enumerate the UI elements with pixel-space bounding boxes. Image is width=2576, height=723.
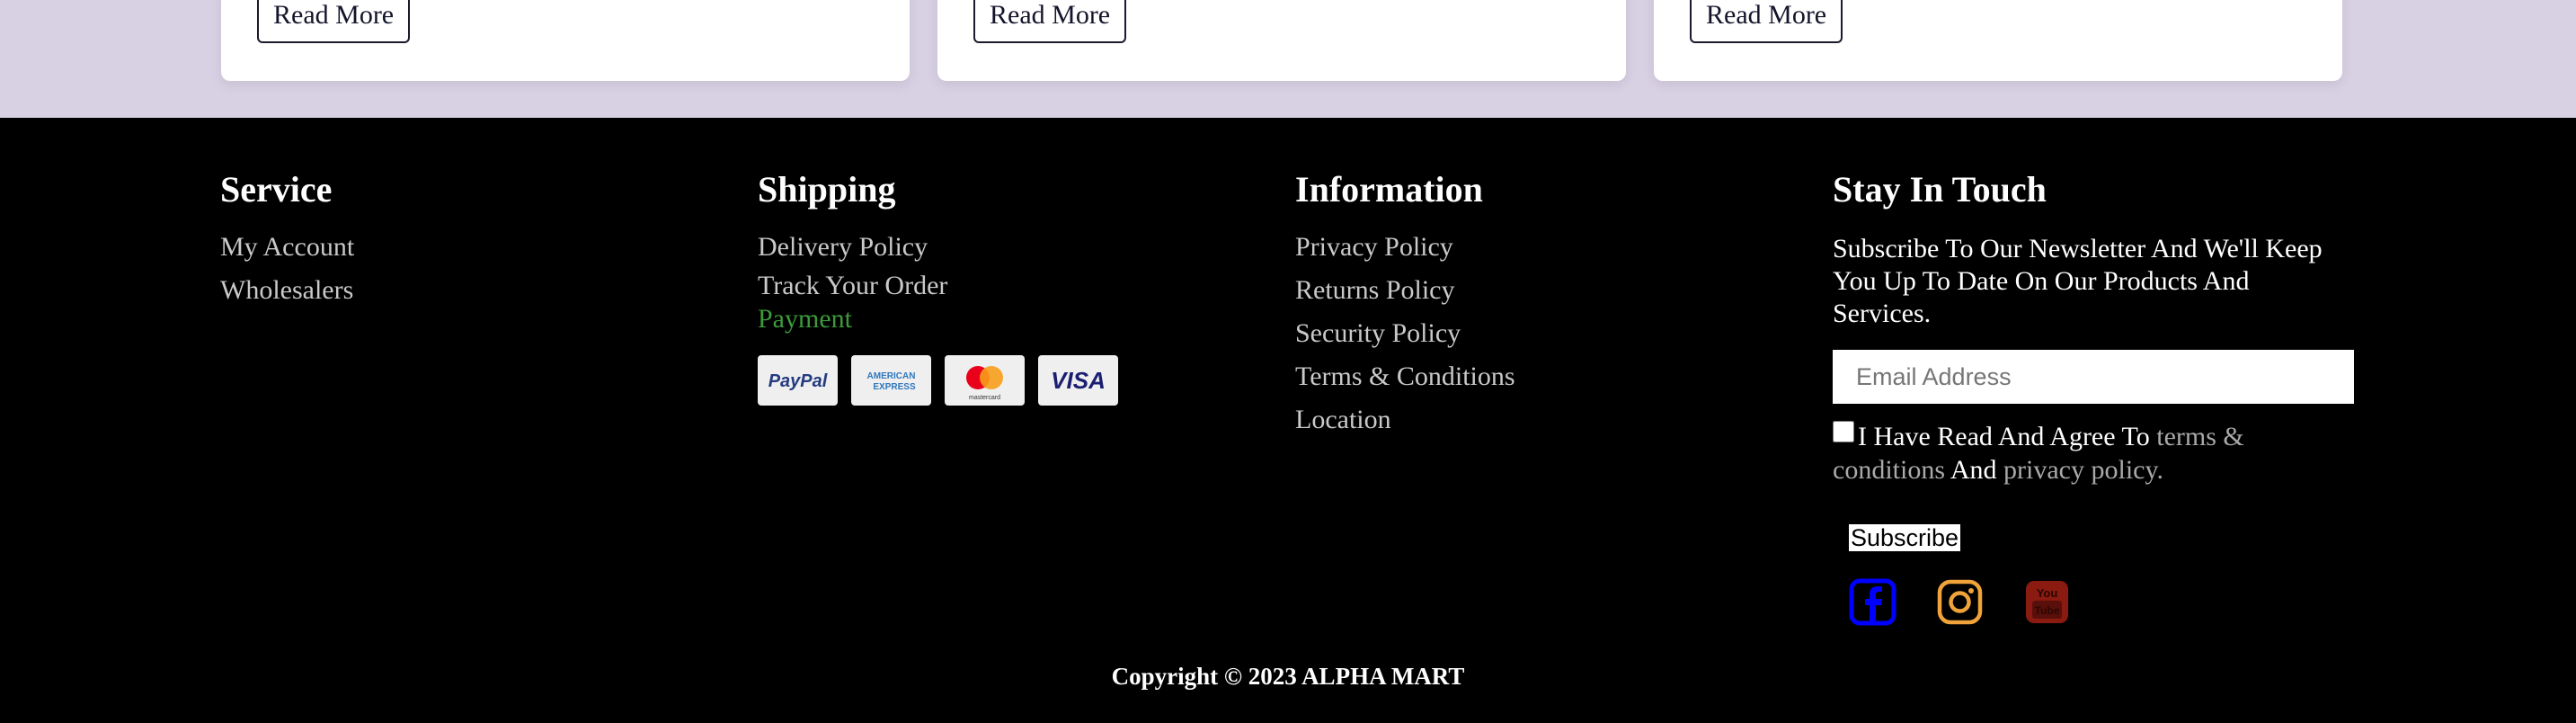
amex-text-bottom: EXPRESS xyxy=(873,382,916,392)
footer-heading-information: Information xyxy=(1295,169,1483,210)
paypal-icon: PayPal xyxy=(758,355,838,406)
shipping-links: Delivery Policy Track Your Order Payment xyxy=(758,226,1225,335)
blog-cards-section: Read More Read More Read More xyxy=(0,0,2576,118)
subscribe-button[interactable]: Subscribe xyxy=(1849,524,1961,551)
link-track-your-order[interactable]: Track Your Order xyxy=(758,269,1225,303)
svg-text:Tube: Tube xyxy=(2035,604,2060,617)
footer-heading-shipping: Shipping xyxy=(758,169,896,210)
agree-text: I Have Read And Agree To xyxy=(1858,422,2150,451)
email-input[interactable] xyxy=(1833,350,2354,404)
youtube-icon[interactable]: You Tube xyxy=(2023,578,2071,626)
copyright-text: Copyright © 2023 ALPHA MART xyxy=(1111,663,1465,690)
information-links: Privacy Policy Returns Policy Security P… xyxy=(1295,226,1763,442)
footer-column-service: Service My Account Wholesalers xyxy=(220,170,688,312)
link-location[interactable]: Location xyxy=(1295,398,1763,442)
payment-methods: PayPal AMERICAN EXPRESS mastercard VISA xyxy=(758,355,1225,406)
footer-column-information: Information Privacy Policy Returns Polic… xyxy=(1295,170,1763,442)
agree-checkbox[interactable] xyxy=(1833,421,1854,442)
link-privacy-policy[interactable]: Privacy Policy xyxy=(1295,226,1763,269)
link-terms-conditions[interactable]: Terms & Conditions xyxy=(1295,355,1763,398)
amex-text-top: AMERICAN xyxy=(867,371,916,381)
privacy-link[interactable]: privacy policy. xyxy=(2003,455,2163,485)
link-payment[interactable]: Payment xyxy=(758,303,1225,335)
link-security-policy[interactable]: Security Policy xyxy=(1295,312,1763,355)
blog-card: Read More xyxy=(221,0,910,81)
service-links: My Account Wholesalers xyxy=(220,226,688,312)
newsletter-description: Subscribe To Our Newsletter And We'll Ke… xyxy=(1833,234,2323,328)
facebook-icon[interactable] xyxy=(1849,578,1896,626)
blog-card: Read More xyxy=(937,0,1626,81)
footer-heading-service: Service xyxy=(220,169,333,210)
and-text: And xyxy=(1950,455,1997,485)
mastercard-text: mastercard xyxy=(969,395,1000,401)
site-footer: Service My Account Wholesalers Shipping … xyxy=(0,118,2576,723)
footer-column-shipping: Shipping Delivery Policy Track Your Orde… xyxy=(758,170,1225,406)
social-links: You Tube xyxy=(1849,578,2354,626)
agree-terms: I Have Read And Agree To terms & conditi… xyxy=(1833,420,2354,486)
paypal-text: PayPal xyxy=(768,371,828,391)
instagram-icon[interactable] xyxy=(1936,578,1984,626)
visa-icon: VISA xyxy=(1038,355,1118,406)
read-more-button[interactable]: Read More xyxy=(973,0,1127,43)
mastercard-icon: mastercard xyxy=(945,355,1025,406)
american-express-icon: AMERICAN EXPRESS xyxy=(851,355,931,406)
link-my-account[interactable]: My Account xyxy=(220,226,688,269)
svg-text:You: You xyxy=(2037,586,2058,600)
footer-heading-stay-in-touch: Stay In Touch xyxy=(1833,169,2047,210)
link-wholesalers[interactable]: Wholesalers xyxy=(220,269,688,312)
footer-column-stay-in-touch: Stay In Touch Subscribe To Our Newslette… xyxy=(1833,170,2354,626)
read-more-button[interactable]: Read More xyxy=(1690,0,1843,43)
read-more-button[interactable]: Read More xyxy=(257,0,411,43)
link-returns-policy[interactable]: Returns Policy xyxy=(1295,269,1763,312)
blog-card: Read More xyxy=(1654,0,2342,81)
link-delivery-policy[interactable]: Delivery Policy xyxy=(758,226,1225,269)
visa-text: VISA xyxy=(1051,367,1106,394)
